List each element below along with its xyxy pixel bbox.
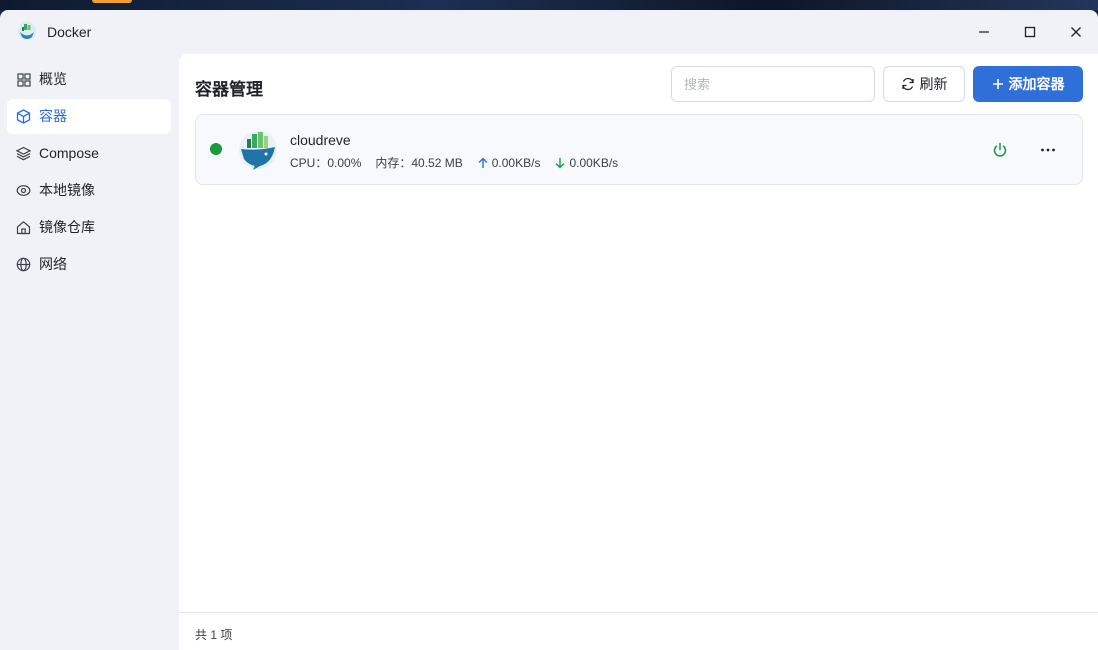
sidebar-item-containers[interactable]: 容器 [7,99,171,134]
window-title: Docker [47,24,92,40]
close-icon [1071,27,1081,37]
home-icon [16,220,31,235]
sidebar-item-label: 容器 [39,108,67,124]
arrow-up-icon [478,157,488,168]
page-title: 容器管理 [195,80,263,99]
title-bar: Docker [0,10,1098,54]
power-icon [993,142,1007,157]
docker-window: Docker 概览 容器 Compose 本地镜像 镜像仓库 网络 容器管理 搜… [0,10,1098,650]
sidebar-item-label: 镜像仓库 [39,219,95,235]
sidebar-item-label: 网络 [39,256,67,272]
upload-rate-value: 0.00KB/s [491,155,541,170]
close-button[interactable] [1061,18,1091,46]
refresh-button[interactable]: 刷新 [883,66,965,102]
layers-icon [16,146,31,161]
desktop-background [0,0,1098,10]
download-rate-value: 0.00KB/s [569,155,619,170]
add-container-button[interactable]: 添加容器 [973,66,1083,102]
cube-icon [16,109,31,124]
container-name: cloudreve [290,132,351,148]
container-card[interactable]: cloudreve CPU：0.00% 内存：40.52 MB 0.00KB/s… [195,114,1083,185]
refresh-icon [901,77,914,91]
power-button[interactable] [990,140,1010,160]
main-panel: 容器管理 刷新 添加容器 [179,54,1098,650]
cloudreve-logo-icon [239,131,277,170]
add-container-button-label: 添加容器 [1008,76,1065,92]
minimize-button[interactable] [969,18,999,46]
arrow-down-icon [555,157,565,168]
item-count: 共 1 项 [195,628,233,642]
memory-usage: 内存：40.52 MB [375,156,463,170]
refresh-button-label: 刷新 [919,76,948,92]
container-stats: CPU：0.00% 内存：40.52 MB 0.00KB/s 0.00KB/s [290,154,632,171]
plus-icon [992,79,1003,89]
status-running-indicator [210,143,222,155]
sidebar-item-local-images[interactable]: 本地镜像 [7,173,171,208]
globe-icon [16,257,31,272]
upload-rate: 0.00KB/s [477,155,541,170]
sidebar-item-overview[interactable]: 概览 [7,62,171,97]
maximize-icon [1024,26,1036,38]
search-input[interactable] [671,66,875,102]
disc-icon [16,183,31,198]
sidebar-item-label: Compose [39,145,99,161]
footer: 共 1 项 [179,612,1098,650]
sidebar-item-network[interactable]: 网络 [7,247,171,282]
sidebar-item-label: 本地镜像 [39,182,95,198]
desktop-taskbar-indicator [92,0,132,3]
more-horizontal-icon [1041,148,1055,152]
download-rate: 0.00KB/s [554,156,618,170]
more-options-button[interactable] [1036,140,1060,160]
cpu-usage: CPU：0.00% [290,156,362,170]
sidebar: 概览 容器 Compose 本地镜像 镜像仓库 网络 [0,54,179,650]
minimize-icon [979,31,989,33]
sidebar-item-image-registry[interactable]: 镜像仓库 [7,210,171,245]
maximize-button[interactable] [1015,18,1045,46]
sidebar-item-compose[interactable]: Compose [7,136,171,171]
docker-app-icon [18,22,36,40]
grid-icon [16,72,31,87]
sidebar-item-label: 概览 [39,71,67,87]
